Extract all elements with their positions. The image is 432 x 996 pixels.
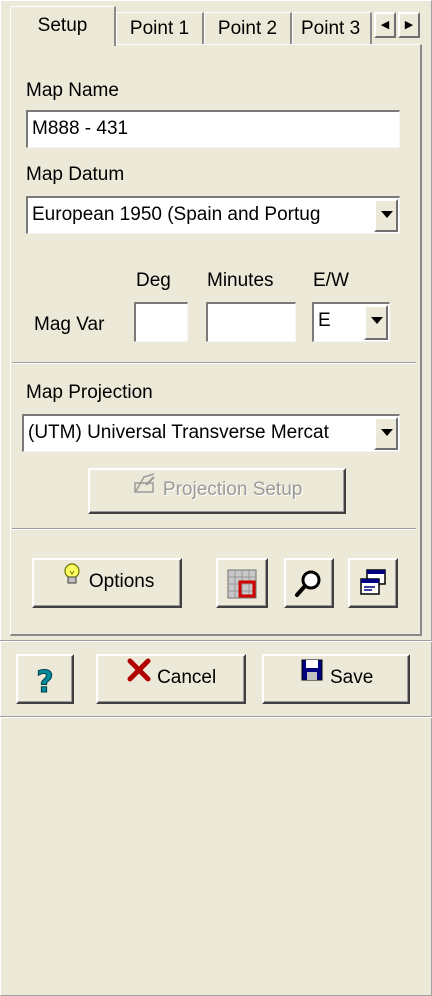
mag-var-ew-select[interactable]: E: [312, 302, 390, 342]
separator: [0, 640, 432, 642]
zoom-button[interactable]: [284, 558, 334, 608]
deg-label: Deg: [136, 270, 171, 291]
map-name-input[interactable]: M888 - 431: [26, 110, 400, 148]
save-floppy-icon: [299, 656, 325, 700]
help-icon: ?: [33, 664, 57, 702]
tab-scroll-left-button[interactable]: ◀: [374, 12, 396, 38]
mag-var-minutes-input[interactable]: [206, 302, 296, 342]
cancel-x-icon: [126, 656, 152, 700]
mag-var-ew-dropdown-button[interactable]: [364, 305, 388, 340]
lightbulb-icon: [60, 560, 84, 604]
mag-var-deg-input[interactable]: [134, 302, 188, 342]
map-projection-label: Map Projection: [26, 382, 153, 403]
map-datum-select[interactable]: European 1950 (Spain and Portug: [26, 196, 400, 234]
svg-text:?: ?: [36, 665, 53, 696]
map-projection-value: (UTM) Universal Transverse Mercat: [28, 422, 329, 443]
map-datum-label: Map Datum: [26, 164, 125, 185]
separator: [12, 528, 416, 530]
separator: [0, 716, 432, 718]
options-button[interactable]: Options: [32, 558, 182, 608]
help-button[interactable]: ?: [16, 654, 74, 704]
save-label: Save: [329, 667, 374, 689]
tab-point-3[interactable]: Point 3: [292, 12, 372, 44]
projection-setup-button[interactable]: Projection Setup: [88, 468, 346, 514]
map-projection-select[interactable]: (UTM) Universal Transverse Mercat: [22, 414, 400, 452]
map-name-label: Map Name: [26, 80, 119, 101]
map-projection-dropdown-button[interactable]: [374, 417, 398, 450]
separator: [12, 362, 416, 364]
magnifier-icon: [294, 568, 324, 604]
cancel-button[interactable]: Cancel: [96, 654, 246, 704]
options-label: Options: [88, 571, 155, 593]
ew-label: E/W: [313, 270, 349, 291]
minutes-label: Minutes: [207, 270, 274, 291]
grid-icon: [226, 568, 258, 606]
tab-point-1[interactable]: Point 1: [116, 12, 204, 44]
mag-var-ew-value: E: [318, 310, 331, 331]
projection-setup-label: Projection Setup: [162, 479, 303, 501]
windows-button[interactable]: [348, 558, 398, 608]
tab-point-2[interactable]: Point 2: [204, 12, 292, 44]
save-button[interactable]: Save: [262, 654, 410, 704]
mag-var-label: Mag Var: [34, 314, 105, 335]
map-datum-value: European 1950 (Spain and Portug: [32, 204, 321, 225]
projection-setup-icon: [132, 470, 158, 510]
tab-setup[interactable]: Setup: [10, 6, 116, 46]
cancel-label: Cancel: [157, 667, 217, 689]
windows-icon: [358, 568, 388, 604]
tab-scroll-right-button[interactable]: ▶: [398, 12, 420, 38]
grid-button[interactable]: [216, 558, 268, 608]
map-datum-dropdown-button[interactable]: [374, 199, 398, 232]
